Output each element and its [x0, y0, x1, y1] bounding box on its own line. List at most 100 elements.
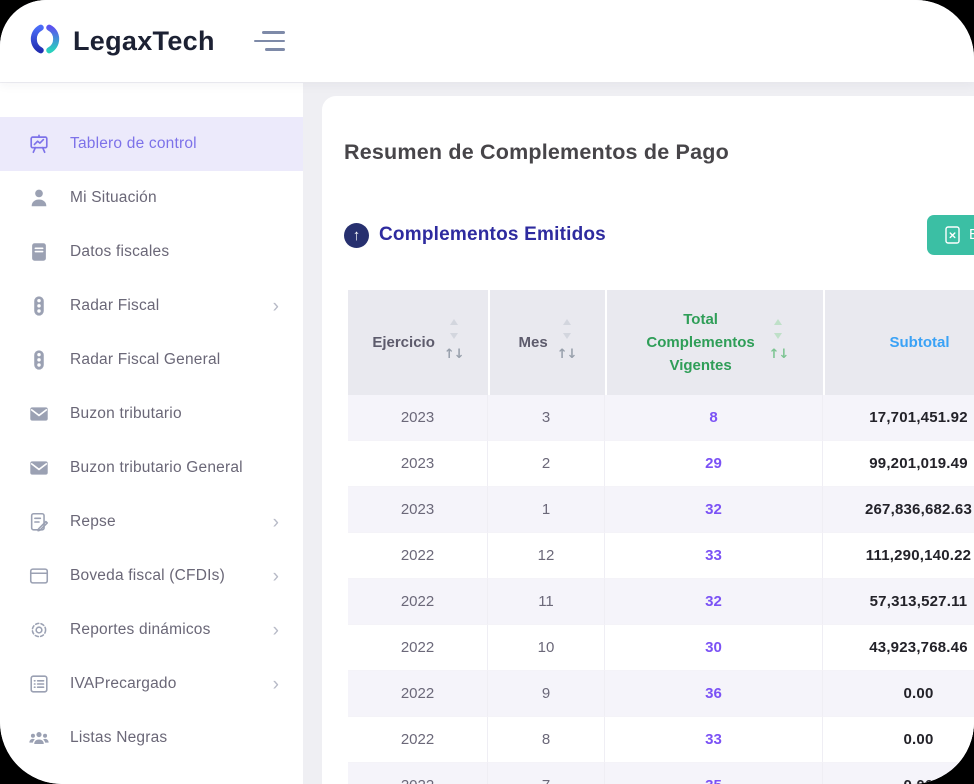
- cell-subtotal: 267,836,682.63: [823, 487, 974, 533]
- sort-icon[interactable]: ↑↓: [444, 319, 464, 365]
- column-header-ejercicio[interactable]: Ejercicio ↑↓: [348, 290, 488, 395]
- sidebar-item-label: Radar Fiscal General: [70, 351, 220, 369]
- book-icon: [27, 240, 51, 264]
- logo: LegaxTech: [28, 22, 215, 61]
- sidebar-item-label: Datos fiscales: [70, 243, 169, 261]
- sidebar-item-boveda-fiscal[interactable]: Boveda fiscal (CFDIs) ›: [0, 549, 303, 603]
- gear-icon: [27, 618, 51, 642]
- table-row: 2022 9 36 0.00: [348, 671, 974, 717]
- screenshot: LegaxTech Tablero de control Mi: [0, 0, 974, 784]
- cell-total: 32: [605, 487, 823, 533]
- cell-subtotal: 0.00: [823, 717, 974, 763]
- cell-subtotal: 111,290,140.22: [823, 533, 974, 579]
- sidebar-item-mi-situacion[interactable]: Mi Situación: [0, 171, 303, 225]
- sidebar-item-datos-fiscales[interactable]: Datos fiscales: [0, 225, 303, 279]
- sidebar-item-tablero-de-control[interactable]: Tablero de control: [0, 117, 303, 171]
- sidebar-item-radar-fiscal-general[interactable]: Radar Fiscal General: [0, 333, 303, 387]
- cell-total: 36: [605, 671, 823, 717]
- logo-text: LegaxTech: [73, 26, 215, 57]
- export-button[interactable]: Exportar: [927, 215, 974, 255]
- sidebar-item-label: Reportes dinámicos: [70, 621, 211, 639]
- column-header-mes[interactable]: Mes ↑↓: [488, 290, 605, 395]
- chevron-right-icon: ›: [273, 297, 279, 316]
- cell-ejercicio: 2022: [348, 625, 488, 671]
- cell-total: 32: [605, 579, 823, 625]
- table-row: 2022 7 35 0.00: [348, 763, 974, 784]
- chevron-right-icon: ›: [273, 513, 279, 532]
- sidebar-item-label: Tablero de control: [70, 135, 197, 153]
- cell-mes: 1: [488, 487, 605, 533]
- sidebar-item-label: Boveda fiscal (CFDIs): [70, 567, 225, 585]
- cell-ejercicio: 2022: [348, 717, 488, 763]
- section-header: ↑ Complementos Emitidos Exportar: [344, 215, 974, 255]
- sidebar: Tablero de control Mi Situación Datos fi…: [0, 82, 303, 784]
- list-icon: [27, 672, 51, 696]
- sidebar-item-label: Listas Negras: [70, 729, 167, 747]
- cell-mes: 11: [488, 579, 605, 625]
- envelope-icon: [27, 456, 51, 480]
- sidebar-item-ivaprecargado[interactable]: IVAPrecargado ›: [0, 657, 303, 711]
- sort-icon[interactable]: ↑↓: [557, 319, 577, 365]
- menu-toggle-icon[interactable]: [253, 31, 285, 51]
- people-icon: [27, 726, 51, 750]
- table-row: 2022 11 32 57,313,527.11: [348, 579, 974, 625]
- cell-mes: 10: [488, 625, 605, 671]
- cell-mes: 8: [488, 717, 605, 763]
- chevron-right-icon: ›: [273, 675, 279, 694]
- cell-ejercicio: 2022: [348, 579, 488, 625]
- cell-mes: 9: [488, 671, 605, 717]
- cell-ejercicio: 2023: [348, 441, 488, 487]
- cell-subtotal: 17,701,451.92: [823, 395, 974, 441]
- sidebar-item-reportes-dinamicos[interactable]: Reportes dinámicos ›: [0, 603, 303, 657]
- excel-file-icon: [945, 226, 960, 244]
- clipboard-pencil-icon: [27, 510, 51, 534]
- cell-total: 33: [605, 717, 823, 763]
- sidebar-item-buzon-tributario-general[interactable]: Buzon tributario General: [0, 441, 303, 495]
- cell-ejercicio: 2022: [348, 763, 488, 784]
- cell-total: 8: [605, 395, 823, 441]
- sidebar-item-label: Mi Situación: [70, 189, 157, 207]
- sidebar-item-label: Buzon tributario: [70, 405, 182, 423]
- cell-ejercicio: 2022: [348, 533, 488, 579]
- main-content: Resumen de Complementos de Pago ↑ Comple…: [322, 96, 974, 784]
- cell-mes: 7: [488, 763, 605, 784]
- table-row: 2023 1 32 267,836,682.63: [348, 487, 974, 533]
- archive-box-icon: [27, 564, 51, 588]
- tag-icon: [27, 780, 51, 784]
- sidebar-item-listas-negras[interactable]: Listas Negras: [0, 711, 303, 765]
- sidebar-item-label: IVAPrecargado: [70, 675, 177, 693]
- chevron-right-icon: ›: [273, 621, 279, 640]
- section-title: Complementos Emitidos: [379, 224, 606, 246]
- chevron-right-icon: ›: [273, 567, 279, 586]
- sidebar-item-radar-fiscal[interactable]: Radar Fiscal ›: [0, 279, 303, 333]
- sidebar-item-buzon-tributario[interactable]: Buzon tributario: [0, 387, 303, 441]
- sidebar-item-label: Repse: [70, 513, 116, 531]
- dashboard-icon: [27, 132, 51, 156]
- cell-total: 35: [605, 763, 823, 784]
- sidebar-item-label: Buzon tributario General: [70, 459, 243, 477]
- cell-total: 29: [605, 441, 823, 487]
- cell-mes: 2: [488, 441, 605, 487]
- table-row: 2023 3 8 17,701,451.92: [348, 395, 974, 441]
- sort-icon[interactable]: ↑↓: [769, 319, 789, 365]
- table-row: 2022 12 33 111,290,140.22: [348, 533, 974, 579]
- traffic-light-icon: [27, 294, 51, 318]
- cell-total: 30: [605, 625, 823, 671]
- cell-mes: 3: [488, 395, 605, 441]
- sidebar-item-repse[interactable]: Repse ›: [0, 495, 303, 549]
- cell-ejercicio: 2023: [348, 395, 488, 441]
- cell-subtotal: 57,313,527.11: [823, 579, 974, 625]
- cell-ejercicio: 2023: [348, 487, 488, 533]
- app-header: LegaxTech: [0, 0, 974, 82]
- table-header-row: Ejercicio ↑↓ Mes ↑↓: [348, 290, 974, 395]
- cell-subtotal: 0.00: [823, 671, 974, 717]
- column-header-total-complementos-vigentes[interactable]: Total Complementos Vigentes ↑↓: [605, 290, 823, 395]
- sidebar-item-metadata[interactable]: Metadata ›: [0, 765, 303, 784]
- column-header-subtotal[interactable]: Subtotal: [823, 290, 974, 395]
- complementos-table: Ejercicio ↑↓ Mes ↑↓: [348, 290, 974, 784]
- cell-total: 33: [605, 533, 823, 579]
- page-title: Resumen de Complementos de Pago: [344, 140, 974, 165]
- cell-subtotal: 99,201,019.49: [823, 441, 974, 487]
- export-button-label: Exportar: [969, 227, 974, 243]
- cell-ejercicio: 2022: [348, 671, 488, 717]
